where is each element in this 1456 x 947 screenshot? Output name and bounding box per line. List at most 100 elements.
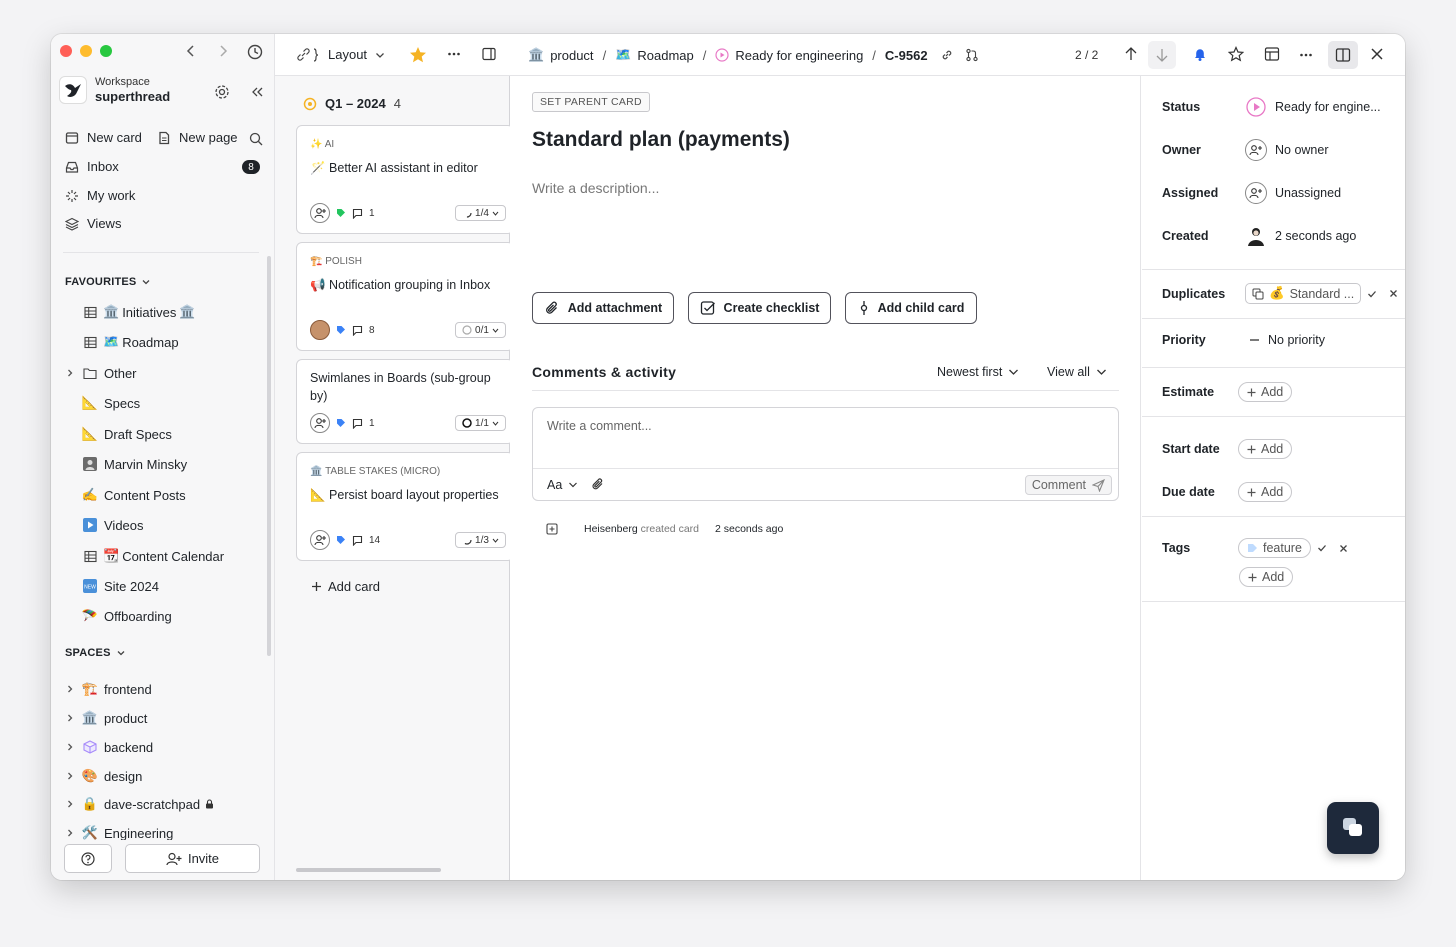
space-frontend[interactable]: 🏗️ frontend [65, 679, 152, 699]
assigned-property[interactable]: Assigned Unassigned [1162, 182, 1341, 204]
breadcrumb-space[interactable]: product [550, 48, 593, 63]
chevron-right-icon[interactable] [65, 742, 79, 752]
set-parent-card-button[interactable]: SET PARENT CARD [532, 92, 650, 112]
add-estimate-button[interactable]: Add [1238, 382, 1293, 402]
favourite-site-2024[interactable]: NEW Site 2024 [65, 576, 159, 596]
close-icon[interactable] [1389, 289, 1398, 298]
history-icon[interactable] [247, 44, 263, 60]
tag-pill[interactable]: feature [1238, 538, 1311, 558]
paperclip-icon[interactable] [591, 477, 605, 491]
split-view-icon[interactable] [1328, 41, 1358, 69]
avatar[interactable] [310, 320, 330, 340]
favourites-heading[interactable]: FAVOURITES [65, 276, 151, 288]
maximize-window-button[interactable] [100, 45, 112, 57]
assign-user-icon[interactable] [310, 203, 330, 223]
minimize-window-button[interactable] [80, 45, 92, 57]
favourite-other[interactable]: Other [65, 363, 137, 383]
sidebar-toggle-icon[interactable] [482, 47, 496, 61]
back-icon[interactable] [185, 44, 197, 58]
space-dave-scratchpad[interactable]: 🔒 dave-scratchpad [65, 794, 214, 814]
favourite-draft-specs[interactable]: 📐 Draft Specs [65, 424, 172, 444]
close-icon[interactable] [1339, 544, 1348, 553]
add-attachment-button[interactable]: Add attachment [532, 292, 674, 324]
star-filled-icon[interactable] [409, 46, 427, 64]
assign-user-icon[interactable] [310, 530, 330, 550]
chevron-right-icon[interactable] [65, 828, 79, 838]
favourite-offboarding[interactable]: 🪂 Offboarding [65, 606, 172, 626]
favourite-content-calendar[interactable]: 📆 Content Calendar [65, 546, 224, 566]
comment-input[interactable]: Write a comment... [547, 419, 652, 433]
new-card-button[interactable]: New card [65, 130, 142, 145]
board-card[interactable]: Swimlanes in Boards (sub-group by) 1 1/1 [296, 359, 514, 444]
link-brackets-icon[interactable] [295, 47, 321, 63]
comment-editor[interactable]: Write a comment... Aa Comment [532, 407, 1119, 501]
search-icon[interactable] [249, 132, 263, 146]
sidebar-item-inbox[interactable]: Inbox [65, 159, 119, 174]
collapse-sidebar-icon[interactable] [250, 85, 264, 99]
view-filter-dropdown[interactable]: View all [1047, 365, 1107, 379]
breadcrumb-board[interactable]: Roadmap [637, 48, 693, 63]
favourite-initiatives[interactable]: 🏛️ Initiatives 🏛️ [65, 302, 196, 322]
comment-submit-button[interactable]: Comment [1024, 475, 1112, 495]
sidebar-item-views[interactable]: Views [65, 216, 121, 231]
chat-launcher-button[interactable] [1327, 802, 1379, 854]
arrow-up-icon[interactable] [1124, 46, 1138, 62]
layout-icon[interactable] [1264, 46, 1280, 62]
chevron-right-icon[interactable] [65, 713, 79, 723]
link-icon[interactable] [940, 48, 954, 62]
checklist-progress[interactable]: 1/1 [455, 415, 506, 431]
chevron-right-icon[interactable] [65, 368, 79, 378]
board-card[interactable]: ✨ AI 🪄 Better AI assistant in editor 1 1… [296, 125, 514, 234]
close-window-button[interactable] [60, 45, 72, 57]
spaces-heading[interactable]: SPACES [65, 647, 126, 659]
board-horizontal-scrollbar[interactable] [296, 868, 441, 872]
help-button[interactable] [64, 844, 112, 873]
add-due-date-button[interactable]: Add [1238, 482, 1293, 502]
add-tag-button[interactable]: Add [1239, 567, 1294, 587]
chevron-right-icon[interactable] [65, 684, 79, 694]
checklist-progress[interactable]: 0/1 [455, 322, 506, 338]
more-icon[interactable] [1299, 48, 1313, 62]
invite-button[interactable]: Invite [125, 844, 260, 873]
space-product[interactable]: 🏛️ product [65, 708, 147, 728]
sort-dropdown[interactable]: Newest first [937, 365, 1019, 379]
add-start-date-button[interactable]: Add [1238, 439, 1293, 459]
arrow-down-icon[interactable] [1148, 41, 1176, 69]
activity-user[interactable]: Heisenberg [584, 523, 638, 535]
check-icon[interactable] [1317, 543, 1327, 553]
sidebar-item-my-work[interactable]: My work [65, 188, 135, 203]
column-header[interactable]: Q1 – 2024 4 [303, 96, 401, 111]
sidebar-scrollbar[interactable] [267, 256, 271, 656]
close-icon[interactable] [1370, 47, 1384, 61]
add-child-card-button[interactable]: Add child card [845, 292, 977, 324]
priority-property[interactable]: Priority No priority [1162, 333, 1325, 347]
bell-icon[interactable] [1192, 46, 1208, 62]
board-card[interactable]: 🏗️ POLISH 📢 Notification grouping in Inb… [296, 242, 514, 351]
workspace-switcher[interactable]: Workspace superthread [59, 76, 170, 104]
space-backend[interactable]: backend [65, 737, 153, 757]
text-format-dropdown[interactable]: Aa [547, 478, 578, 492]
add-card-button[interactable]: Add card [311, 579, 380, 594]
star-icon[interactable] [1228, 46, 1244, 62]
layout-dropdown[interactable]: Layout [328, 47, 385, 62]
board-card[interactable]: 🏛️ TABLE STAKES (MICRO) 📐 Persist board … [296, 452, 514, 561]
description-input[interactable]: Write a description... [532, 180, 659, 196]
checklist-progress[interactable]: 1/3 [455, 532, 506, 548]
duplicate-card-pill[interactable]: 💰 Standard ... [1245, 283, 1362, 304]
card-title[interactable]: Standard plan (payments) [532, 128, 790, 152]
chevron-right-icon[interactable] [65, 799, 79, 809]
breadcrumb-status[interactable]: Ready for engineering [735, 48, 863, 63]
check-icon[interactable] [1367, 289, 1377, 299]
favourite-marvin-minsky[interactable]: Marvin Minsky [65, 454, 187, 474]
favourite-videos[interactable]: Videos [65, 515, 144, 535]
status-property[interactable]: Status Ready for engine... [1162, 96, 1381, 118]
more-icon[interactable] [447, 47, 461, 61]
owner-property[interactable]: Owner No owner [1162, 139, 1329, 161]
create-checklist-button[interactable]: Create checklist [688, 292, 831, 324]
new-page-button[interactable]: New page [157, 130, 238, 145]
chevron-right-icon[interactable] [65, 771, 79, 781]
forward-icon[interactable] [217, 44, 229, 58]
settings-icon[interactable] [214, 84, 230, 100]
space-design[interactable]: 🎨 design [65, 766, 142, 786]
pull-request-icon[interactable] [965, 48, 979, 62]
